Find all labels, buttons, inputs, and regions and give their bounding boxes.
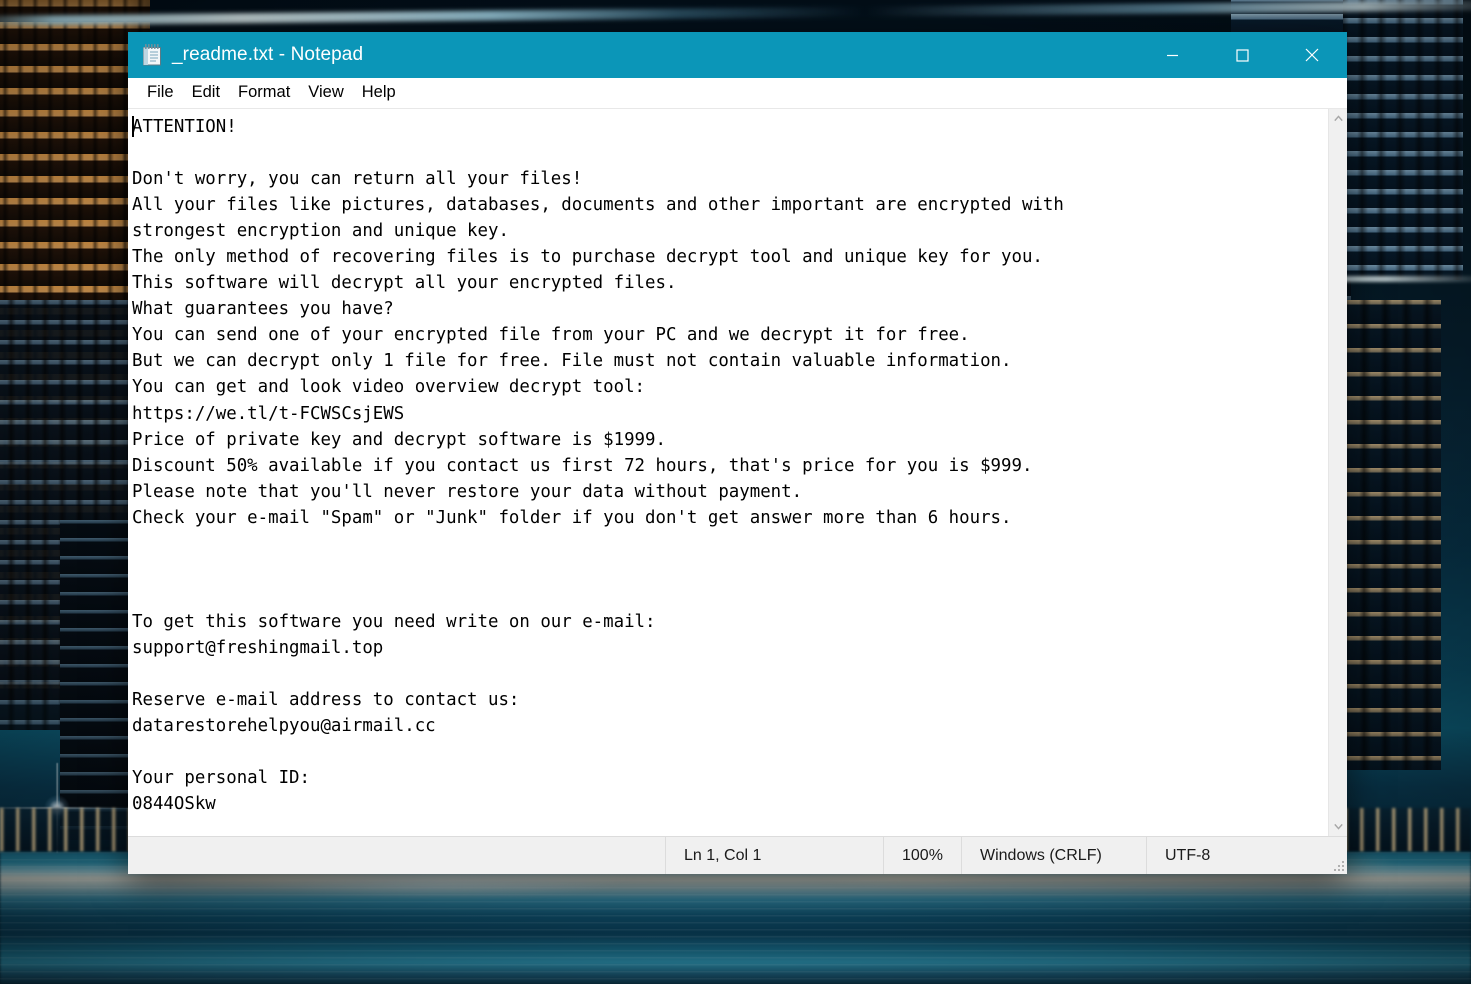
titlebar-left-group: _readme.txt - Notepad (128, 44, 1137, 66)
status-bar-spacer (128, 837, 665, 874)
city-building-right-upper (1343, 0, 1463, 280)
menu-bar: File Edit Format View Help (128, 78, 1347, 108)
text-caret (132, 116, 134, 137)
status-bar: Ln 1, Col 1 100% Windows (CRLF) UTF-8 (128, 836, 1347, 874)
document-text[interactable]: ATTENTION! Don't worry, you can return a… (132, 114, 1328, 817)
notepad-icon (142, 44, 162, 66)
minimize-button[interactable] (1137, 32, 1207, 78)
editor-region: ATTENTION! Don't worry, you can return a… (128, 108, 1347, 836)
chevron-up-icon (1334, 115, 1343, 122)
notepad-window: _readme.txt - Notepad File Edit Format V… (128, 32, 1347, 874)
status-encoding: UTF-8 (1146, 837, 1329, 874)
scroll-down-button[interactable] (1329, 817, 1347, 836)
menu-file[interactable]: File (138, 81, 183, 104)
minimize-icon (1166, 54, 1178, 56)
status-zoom-level: 100% (883, 837, 961, 874)
status-cursor-position: Ln 1, Col 1 (665, 837, 883, 874)
close-button[interactable] (1277, 32, 1347, 78)
text-editor[interactable]: ATTENTION! Don't worry, you can return a… (128, 109, 1328, 836)
menu-format[interactable]: Format (229, 81, 299, 104)
scroll-up-button[interactable] (1329, 109, 1347, 128)
scrollbar-track[interactable] (1329, 128, 1347, 817)
window-titlebar[interactable]: _readme.txt - Notepad (128, 32, 1347, 78)
window-title: _readme.txt - Notepad (172, 44, 364, 65)
desktop-background: _readme.txt - Notepad File Edit Format V… (0, 0, 1471, 984)
maximize-button[interactable] (1207, 32, 1277, 78)
close-icon (1305, 48, 1319, 62)
status-line-ending: Windows (CRLF) (961, 837, 1146, 874)
menu-edit[interactable]: Edit (183, 81, 229, 104)
menu-help[interactable]: Help (353, 81, 405, 104)
vertical-scrollbar[interactable] (1328, 109, 1347, 836)
window-controls (1137, 32, 1347, 78)
menu-view[interactable]: View (299, 81, 352, 104)
resize-grip-icon[interactable] (1329, 837, 1347, 874)
chevron-down-icon (1334, 823, 1343, 830)
maximize-icon (1235, 48, 1249, 62)
